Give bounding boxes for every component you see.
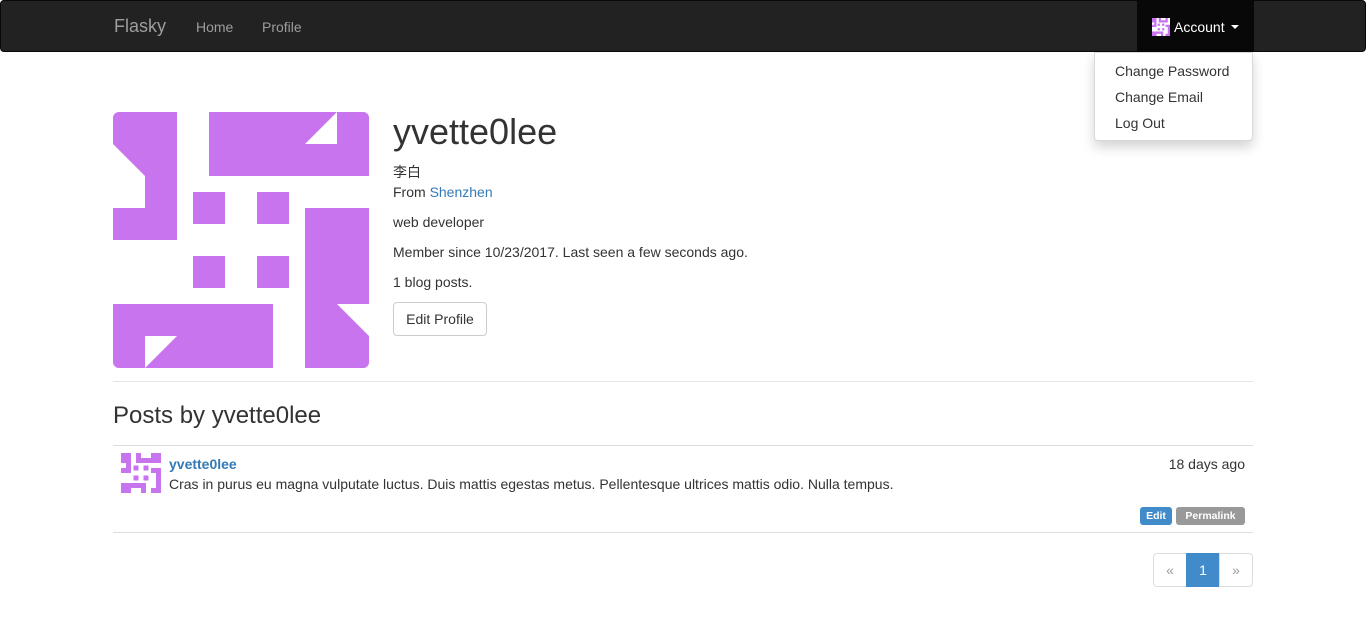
pagination: « 1 »: [1153, 553, 1253, 587]
user-avatar-icon: [1152, 18, 1170, 36]
edit-profile-button[interactable]: Edit Profile: [393, 302, 487, 336]
profile-location-line: From Shenzhen: [393, 183, 493, 201]
pagination-page-1[interactable]: 1: [1186, 553, 1220, 587]
top-navbar: Flasky Home Profile Account: [0, 0, 1366, 52]
profile-avatar: [113, 112, 369, 368]
menu-item-change-email[interactable]: Change Email: [1115, 88, 1203, 106]
menu-item-change-password[interactable]: Change Password: [1115, 62, 1229, 80]
divider: [113, 445, 1253, 446]
profile-username: yvette0lee: [393, 111, 558, 152]
profile-post-count: 1 blog posts.: [393, 274, 473, 290]
brand-link[interactable]: Flasky: [114, 16, 166, 36]
post-permalink-button[interactable]: Permalink: [1176, 507, 1245, 525]
posts-section-title: Posts by yvette0lee: [113, 402, 322, 429]
post-body: Cras in purus eu magna vulputate luctus.…: [169, 476, 894, 492]
post-author-avatar[interactable]: [121, 453, 161, 493]
nav-home-link[interactable]: Home: [196, 18, 233, 36]
nav-profile-link[interactable]: Profile: [262, 18, 302, 36]
profile-member-since: Member since 10/23/2017. Last seen a few…: [393, 244, 748, 260]
pagination-next[interactable]: »: [1219, 553, 1253, 587]
profile-about: web developer: [393, 214, 485, 230]
divider: [113, 381, 1253, 382]
post-author-link[interactable]: yvette0lee: [169, 455, 237, 473]
profile-real-name: 李白: [393, 164, 421, 180]
account-label: Account: [1174, 19, 1225, 35]
account-dropdown-toggle[interactable]: Account: [1137, 1, 1254, 52]
divider: [113, 532, 1253, 533]
from-label: From: [393, 184, 426, 200]
caret-down-icon: [1231, 25, 1239, 29]
post-date: 18 days ago: [1168, 456, 1245, 472]
post-edit-button[interactable]: Edit: [1140, 507, 1172, 525]
account-dropdown-menu: Change Password Change Email Log Out: [1094, 52, 1253, 141]
location-link[interactable]: Shenzhen: [430, 184, 493, 200]
pagination-prev[interactable]: «: [1153, 553, 1187, 587]
menu-item-log-out[interactable]: Log Out: [1115, 114, 1165, 132]
